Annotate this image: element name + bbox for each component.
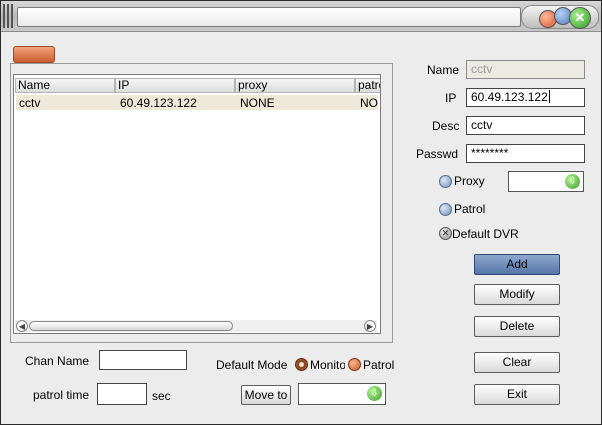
tab-button[interactable] — [13, 46, 55, 63]
add-button[interactable]: Add — [474, 254, 560, 275]
cell-name: cctv — [19, 96, 41, 110]
cell-patrol: NO — [360, 96, 378, 110]
patrol-mode-radio[interactable] — [348, 358, 361, 371]
monitor-radio[interactable] — [295, 358, 308, 371]
column-header-patrol[interactable]: patrol — [355, 78, 380, 93]
column-header-ip[interactable]: IP — [115, 78, 235, 93]
move-to-select[interactable]: ⇩ — [298, 383, 386, 405]
exit-button[interactable]: Exit — [474, 384, 560, 405]
horizontal-scrollbar[interactable]: ◀ ▶ — [15, 320, 377, 332]
name-label: Name — [427, 63, 460, 77]
column-header-proxy[interactable]: proxy — [235, 78, 355, 93]
move-to-button[interactable]: Move to — [241, 385, 291, 405]
chan-name-field[interactable] — [99, 350, 187, 370]
table-row[interactable]: cctv 60.49.123.122 NONE NO — [16, 95, 378, 110]
chan-name-label: Chan Name — [25, 354, 90, 368]
drag-grip-icon[interactable] — [3, 4, 15, 28]
name-field[interactable]: cctv — [466, 60, 585, 79]
ip-label: IP — [445, 91, 457, 105]
close-button[interactable]: ✕ — [569, 7, 591, 29]
default-dvr-label: Default DVR — [452, 227, 519, 241]
dvr-settings-window: ✕ Name IP proxy patrol cctv 60.49.123.12… — [0, 0, 602, 425]
dropdown-icon[interactable]: ⇩ — [367, 386, 382, 401]
text-caret — [548, 90, 550, 103]
patrol-mode-label: Patrol — [363, 358, 395, 372]
scroll-right-icon[interactable]: ▶ — [364, 320, 376, 332]
default-dvr-checkbox[interactable]: ✕ — [439, 227, 452, 240]
dropdown-icon[interactable]: ⇩ — [565, 174, 580, 189]
patrol-time-label: patrol time — [33, 388, 90, 402]
proxy-label: Proxy — [454, 174, 485, 188]
delete-button[interactable]: Delete — [474, 316, 560, 337]
password-field[interactable]: ******** — [466, 144, 585, 163]
scroll-left-icon[interactable]: ◀ — [16, 320, 28, 332]
passwd-label: Passwd — [416, 147, 459, 161]
cell-ip: 60.49.123.122 — [120, 96, 197, 110]
patrol-radio[interactable] — [439, 203, 452, 216]
patrol-time-field[interactable] — [97, 383, 147, 405]
sec-label: sec — [152, 389, 171, 403]
column-header-name[interactable]: Name — [15, 78, 115, 93]
dvr-list[interactable]: Name IP proxy patrol cctv 60.49.123.122 … — [13, 74, 381, 334]
title-bar[interactable]: ✕ — [1, 1, 601, 32]
ip-field[interactable]: 60.49.123.122 — [466, 88, 585, 107]
monitor-label: Monitor — [310, 358, 345, 372]
scroll-thumb[interactable] — [29, 321, 233, 331]
desc-field[interactable]: cctv — [466, 116, 585, 135]
default-mode-label: Default Mode — [216, 358, 288, 372]
clear-button[interactable]: Clear — [474, 352, 560, 373]
cell-proxy: NONE — [240, 96, 275, 110]
window-title — [17, 7, 521, 27]
ip-value: 60.49.123.122 — [471, 90, 548, 104]
modify-button[interactable]: Modify — [474, 284, 560, 305]
proxy-select[interactable]: ⇩ — [508, 171, 584, 192]
desc-label: Desc — [432, 119, 460, 133]
patrol-label: Patrol — [454, 202, 486, 216]
proxy-radio[interactable] — [439, 175, 452, 188]
